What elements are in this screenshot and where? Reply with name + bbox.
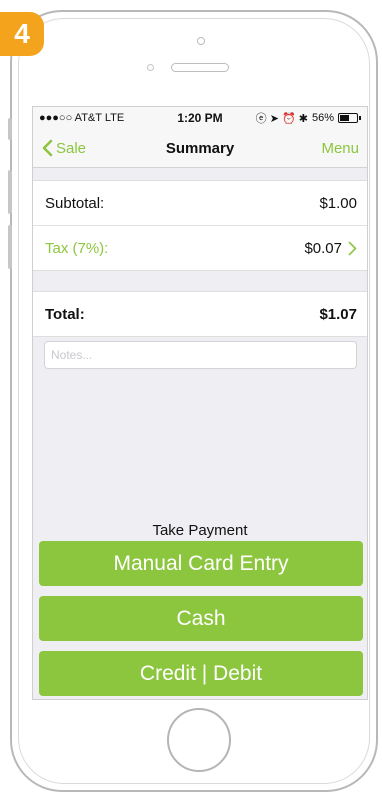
home-button[interactable]: [167, 708, 231, 772]
subtotal-label: Subtotal:: [45, 194, 105, 212]
manual-card-entry-button[interactable]: Manual Card Entry: [39, 541, 363, 586]
back-button[interactable]: Sale: [33, 139, 86, 157]
total-section: Total: $1.07: [33, 291, 367, 337]
subtotal-value: $1.00: [319, 194, 357, 212]
notes-field[interactable]: Notes...: [44, 341, 357, 369]
total-label: Total:: [45, 305, 85, 323]
total-row: Total: $1.07: [33, 292, 367, 336]
back-button-label: Sale: [56, 139, 87, 157]
carrier-signal: ●●●○○ AT&T LTE: [39, 112, 125, 124]
mute-switch: [8, 118, 12, 140]
tax-value: $0.07: [304, 239, 342, 257]
status-bar: ●●●○○ AT&T LTE 1:20 PM ⓔ ➤ ⏰ ✱ 56%: [33, 107, 367, 129]
menu-button[interactable]: Menu: [321, 140, 367, 157]
volume-down-button: [8, 225, 12, 269]
tax-row[interactable]: Tax (7%): $0.07: [33, 225, 367, 270]
subtotal-row: Subtotal: $1.00: [33, 181, 367, 225]
front-camera: [197, 37, 205, 45]
volume-up-button: [8, 170, 12, 214]
navigation-bar: Sale Summary Menu: [33, 129, 367, 168]
total-value: $1.07: [319, 305, 357, 323]
chevron-left-icon: [42, 139, 53, 157]
battery-icon: [338, 113, 358, 123]
status-indicator-icons: ⓔ ➤ ⏰ ✱: [255, 113, 308, 125]
amount-section: Subtotal: $1.00 Tax (7%): $0.07: [33, 180, 367, 271]
cash-button[interactable]: Cash: [39, 596, 363, 641]
phone-screen: ●●●○○ AT&T LTE 1:20 PM ⓔ ➤ ⏰ ✱ 56% Sale …: [32, 106, 368, 700]
proximity-sensor: [147, 64, 154, 71]
take-payment-heading: Take Payment: [152, 522, 248, 539]
battery-percent: 56%: [311, 112, 334, 124]
earpiece-speaker: [171, 63, 229, 72]
credit-debit-button[interactable]: Credit | Debit: [39, 651, 363, 696]
battery-tip: [359, 116, 361, 120]
tax-label: Tax (7%):: [45, 239, 109, 257]
step-badge: 4: [0, 12, 44, 56]
chevron-right-icon: [348, 241, 357, 255]
